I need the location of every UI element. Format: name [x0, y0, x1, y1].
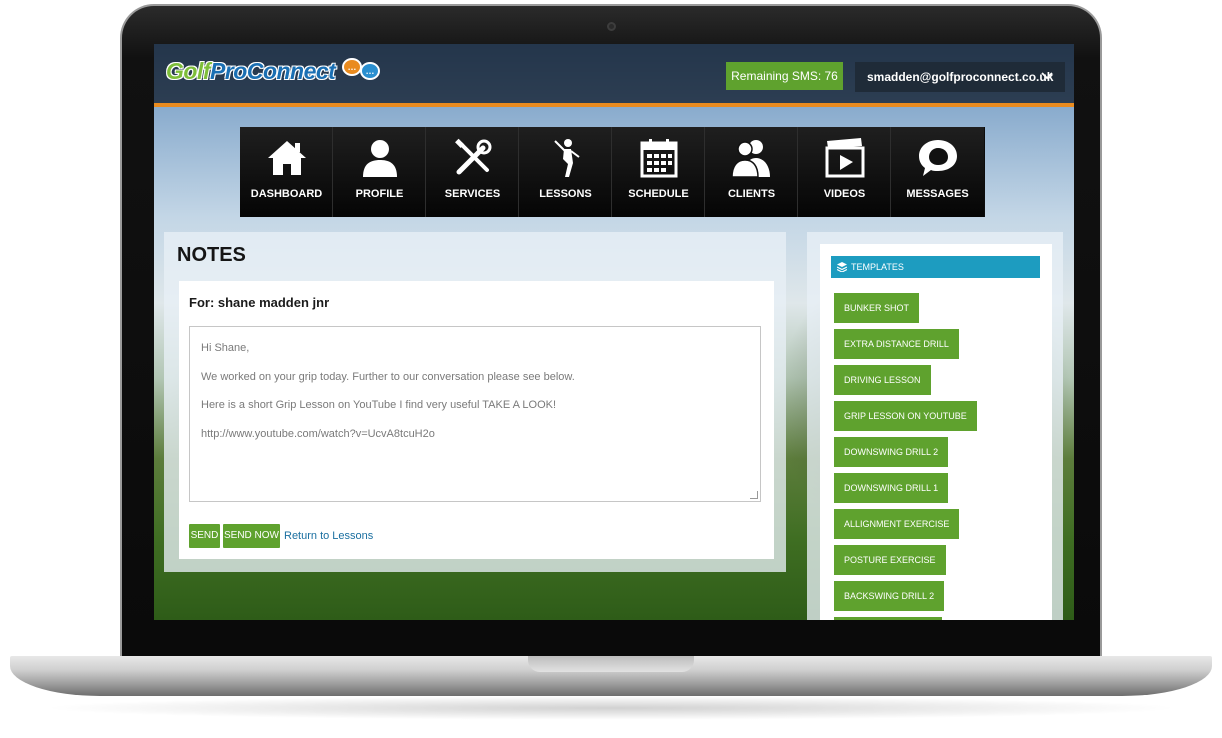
user-email: smadden@golfproconnect.co.uk: [867, 70, 1054, 84]
nav-label: MESSAGES: [906, 188, 969, 200]
laptop-shadow: [40, 696, 1182, 720]
brand-logo[interactable]: GolfProConnect: [166, 58, 336, 85]
template-button[interactable]: DRIVING LESSON: [834, 365, 931, 395]
templates-header: TEMPLATES: [831, 256, 1040, 278]
send-now-button[interactable]: SEND NOW: [223, 524, 280, 548]
main-nav: DASHBOARD PROFILE SERVICES LESSONS SCHED…: [240, 127, 985, 217]
house-icon: [240, 137, 333, 179]
nav-messages[interactable]: MESSAGES: [891, 127, 984, 217]
person-icon: [333, 137, 426, 179]
nav-label: SERVICES: [444, 188, 501, 200]
chevron-down-icon: [1041, 62, 1053, 92]
template-button[interactable]: BACKSWING DRILL 2: [834, 581, 945, 611]
nav-label: LESSONS: [539, 188, 592, 200]
template-button[interactable]: EXTRA DISTANCE DRILL: [834, 329, 959, 359]
people-icon: [705, 137, 798, 179]
note-message-textarea[interactable]: Hi Shane, We worked on your grip today. …: [189, 326, 761, 502]
chat-icon: [891, 137, 984, 179]
template-button[interactable]: POSTURE EXERCISE: [834, 545, 946, 575]
logo-golf-text: Golf: [166, 58, 211, 84]
nav-label: VIDEOS: [823, 188, 866, 200]
message-line: Here is a short Grip Lesson on YouTube I…: [201, 399, 557, 411]
app-screen: GolfProConnect … … Remaining SMS: 76 sma…: [154, 44, 1074, 620]
logo-pro-text: ProConnect: [210, 58, 336, 84]
nav-label: DASHBOARD: [250, 188, 323, 200]
templates-header-label: TEMPLATES: [851, 262, 904, 272]
top-header: GolfProConnect … … Remaining SMS: 76 sma…: [154, 44, 1074, 107]
sms-remaining-badge[interactable]: Remaining SMS: 76: [726, 62, 843, 90]
nav-clients[interactable]: CLIENTS: [705, 127, 798, 217]
template-button[interactable]: DOWNSWING DRILL 2: [834, 437, 949, 467]
golfer-icon: [519, 137, 612, 179]
layers-icon: [836, 256, 848, 281]
message-line: Hi Shane,: [201, 342, 250, 354]
template-button[interactable]: DOWNSWING DRILL 1: [834, 473, 949, 503]
return-to-lessons-link[interactable]: Return to Lessons: [284, 530, 373, 542]
chat-bubble-icon: …: [360, 62, 380, 80]
nav-label: CLIENTS: [727, 188, 776, 200]
video-icon: [798, 137, 891, 179]
nav-profile[interactable]: PROFILE: [333, 127, 426, 217]
template-button[interactable]: GRIP LESSON ON YOUTUBE: [834, 401, 977, 431]
calendar-icon: [612, 137, 705, 179]
template-button[interactable]: ALLIGNMENT EXERCISE: [834, 509, 960, 539]
nav-label: SCHEDULE: [628, 188, 689, 200]
resize-handle-icon[interactable]: [750, 491, 758, 499]
camera-icon: [607, 22, 616, 31]
nav-label: PROFILE: [355, 188, 404, 200]
tools-icon: [426, 137, 519, 179]
nav-videos[interactable]: VIDEOS: [798, 127, 891, 217]
user-account-dropdown[interactable]: smadden@golfproconnect.co.uk: [855, 62, 1065, 92]
message-line: We worked on your grip today. Further to…: [201, 370, 575, 383]
chat-bubble-icon: …: [342, 58, 362, 76]
template-button[interactable]: BUNKER SHOT: [834, 293, 920, 323]
message-line: http://www.youtube.com/watch?v=UcvA8tcuH…: [201, 427, 435, 440]
nav-lessons[interactable]: LESSONS: [519, 127, 612, 217]
laptop-notch: [528, 656, 694, 672]
send-button[interactable]: SEND: [189, 524, 220, 548]
nav-schedule[interactable]: SCHEDULE: [612, 127, 705, 217]
page-title: NOTES: [177, 244, 246, 266]
nav-services[interactable]: SERVICES: [426, 127, 519, 217]
nav-dashboard[interactable]: DASHBOARD: [240, 127, 333, 217]
recipient-label: For: shane madden jnr: [189, 295, 330, 310]
template-button-partial[interactable]: [834, 617, 942, 620]
